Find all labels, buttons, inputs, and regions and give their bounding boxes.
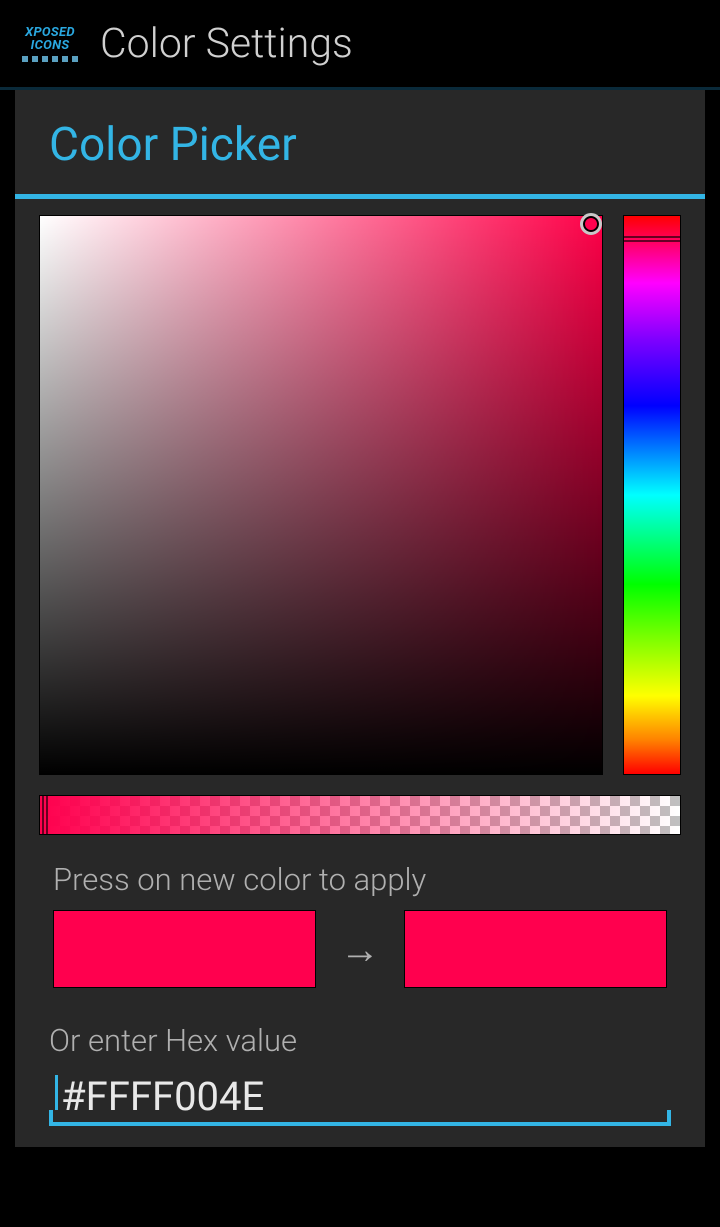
text-cursor-icon xyxy=(55,1075,58,1110)
hue-slider[interactable] xyxy=(623,215,681,775)
hex-input-container[interactable] xyxy=(49,1067,671,1126)
current-color-swatch[interactable] xyxy=(53,910,316,988)
arrow-right-icon: → xyxy=(340,926,380,973)
app-icon-label: XPOSED ICONS xyxy=(25,26,75,52)
hex-input[interactable] xyxy=(55,1073,665,1120)
new-color-swatch[interactable] xyxy=(404,910,667,988)
alpha-slider[interactable] xyxy=(39,795,681,835)
page-title: Color Settings xyxy=(100,20,353,68)
app-icon-status-glyphs xyxy=(22,56,78,62)
apply-instruction-label: Press on new color to apply xyxy=(53,861,667,898)
hex-input-label: Or enter Hex value xyxy=(39,1022,681,1059)
dialog-title: Color Picker xyxy=(49,118,671,172)
app-header: XPOSED ICONS Color Settings xyxy=(0,0,720,90)
app-icon: XPOSED ICONS xyxy=(18,18,82,70)
hue-cursor-icon xyxy=(623,236,681,242)
saturation-value-panel[interactable] xyxy=(39,215,603,775)
alpha-cursor-icon xyxy=(42,795,48,835)
color-picker-dialog: Color Picker Press on new color to apply… xyxy=(15,90,705,1147)
sv-cursor-icon[interactable] xyxy=(580,213,602,235)
